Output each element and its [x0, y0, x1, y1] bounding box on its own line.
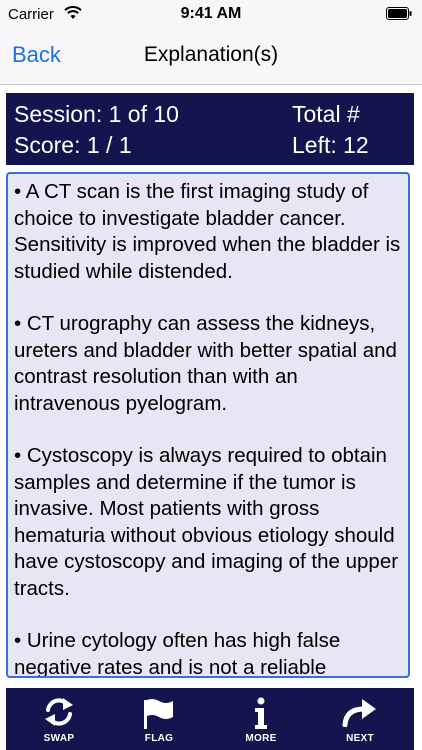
info-icon [255, 697, 267, 729]
page-title: Explanation(s) [143, 43, 279, 66]
score-panel: Session: 1 of 10 Score: 1 / 1 Total # Le… [6, 93, 414, 165]
next-button[interactable]: NEXT [320, 688, 400, 750]
navigation-bar: Back Explanation(s) [0, 28, 422, 85]
next-arrow-icon [342, 699, 376, 727]
flag-icon [144, 699, 173, 729]
clock: 9:41 AM [180, 5, 242, 22]
status-bar: Carrier 9:41 AM [0, 0, 422, 28]
explanation-paragraph: • A CT scan is the first imaging study o… [14, 180, 401, 283]
total-label: Total # [292, 101, 360, 127]
swap-label: SWAP [43, 733, 75, 744]
more-label: MORE [245, 733, 277, 744]
swap-button[interactable]: SWAP [19, 688, 99, 750]
battery-icon [386, 7, 412, 20]
score-value: Score: 1 / 1 [14, 132, 132, 158]
next-label: NEXT [346, 733, 374, 744]
flag-button[interactable]: FLAG [119, 688, 199, 750]
remaining-count: Left: 12 [292, 132, 369, 158]
bottom-toolbar: SWAP FLAG MORE NEXT [6, 688, 414, 750]
explanation-paragraph: • Urine cytology often has high false ne… [14, 629, 341, 678]
explanation-paragraph: • CT urography can assess the kidneys, u… [14, 312, 397, 415]
explanation-paragraph: • Cystoscopy is always required to obtai… [14, 444, 399, 600]
swap-icon [45, 698, 73, 726]
session-counter: Session: 1 of 10 [14, 101, 179, 127]
more-button[interactable]: MORE [221, 688, 301, 750]
explanation-text-area[interactable]: • A CT scan is the first imaging study o… [6, 172, 410, 678]
flag-label: FLAG [144, 733, 174, 744]
